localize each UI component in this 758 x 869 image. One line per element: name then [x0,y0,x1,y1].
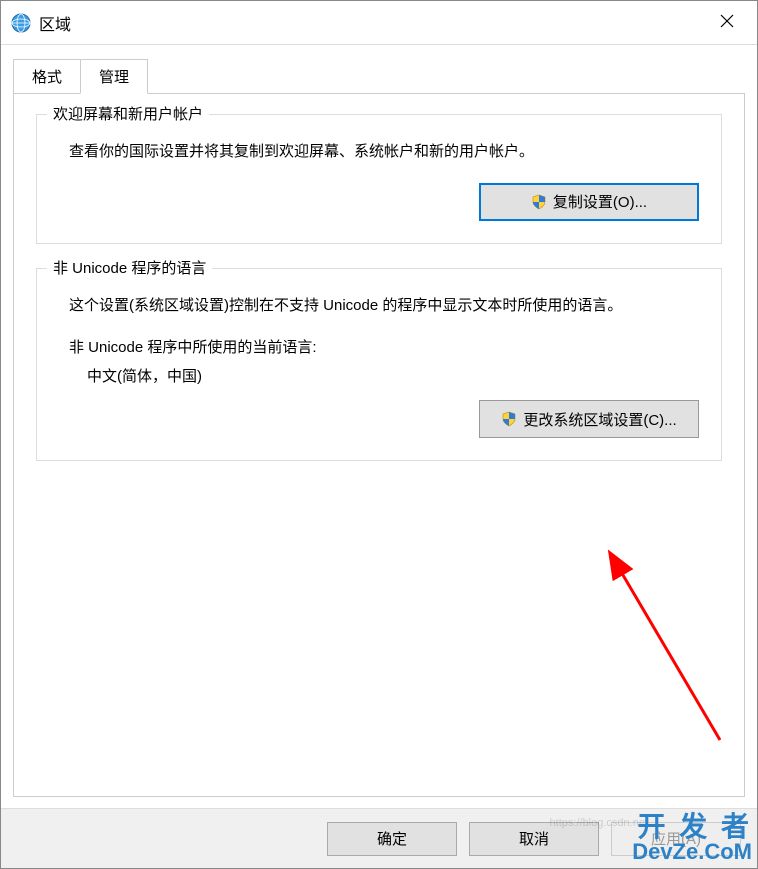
shield-icon [531,194,547,210]
titlebar: 区域 [1,1,757,45]
close-icon [720,14,734,32]
close-button[interactable] [705,1,749,45]
change-system-locale-button[interactable]: 更改系统区域设置(C)... [479,400,699,438]
window-title: 区域 [39,11,705,35]
non-unicode-desc: 这个设置(系统区域设置)控制在不支持 Unicode 的程序中显示文本时所使用的… [69,293,699,319]
tab-format[interactable]: 格式 [13,59,81,94]
tab-admin[interactable]: 管理 [80,59,148,94]
region-dialog: 区域 格式 管理 欢迎屏幕和新用户帐户 查看你的国际设置并将其复制到欢迎屏幕、系… [0,0,758,869]
copy-settings-button[interactable]: 复制设置(O)... [479,183,699,221]
change-locale-label: 更改系统区域设置(C)... [523,409,676,430]
watermark-line1: 开 发 者 [632,813,752,841]
current-language-value: 中文(简体，中国) [87,365,699,386]
group-welcome-screen: 欢迎屏幕和新用户帐户 查看你的国际设置并将其复制到欢迎屏幕、系统帐户和新的用户帐… [36,114,722,244]
copy-settings-label: 复制设置(O)... [553,191,647,212]
watermark-line2: DevZe.CoM [632,841,752,863]
current-language-label: 非 Unicode 程序中所使用的当前语言: [69,336,699,357]
group-welcome-legend: 欢迎屏幕和新用户帐户 [47,103,209,124]
watermark: 开 发 者 DevZe.CoM [632,813,752,863]
ok-button[interactable]: 确定 [327,822,457,856]
welcome-desc: 查看你的国际设置并将其复制到欢迎屏幕、系统帐户和新的用户帐户。 [69,139,699,165]
group-non-unicode-legend: 非 Unicode 程序的语言 [47,257,212,278]
shield-icon [501,411,517,427]
tab-panel-admin: 欢迎屏幕和新用户帐户 查看你的国际设置并将其复制到欢迎屏幕、系统帐户和新的用户帐… [13,93,745,797]
globe-icon [11,13,31,33]
tab-strip: 格式 管理 [1,45,757,94]
group-non-unicode: 非 Unicode 程序的语言 这个设置(系统区域设置)控制在不支持 Unico… [36,268,722,462]
